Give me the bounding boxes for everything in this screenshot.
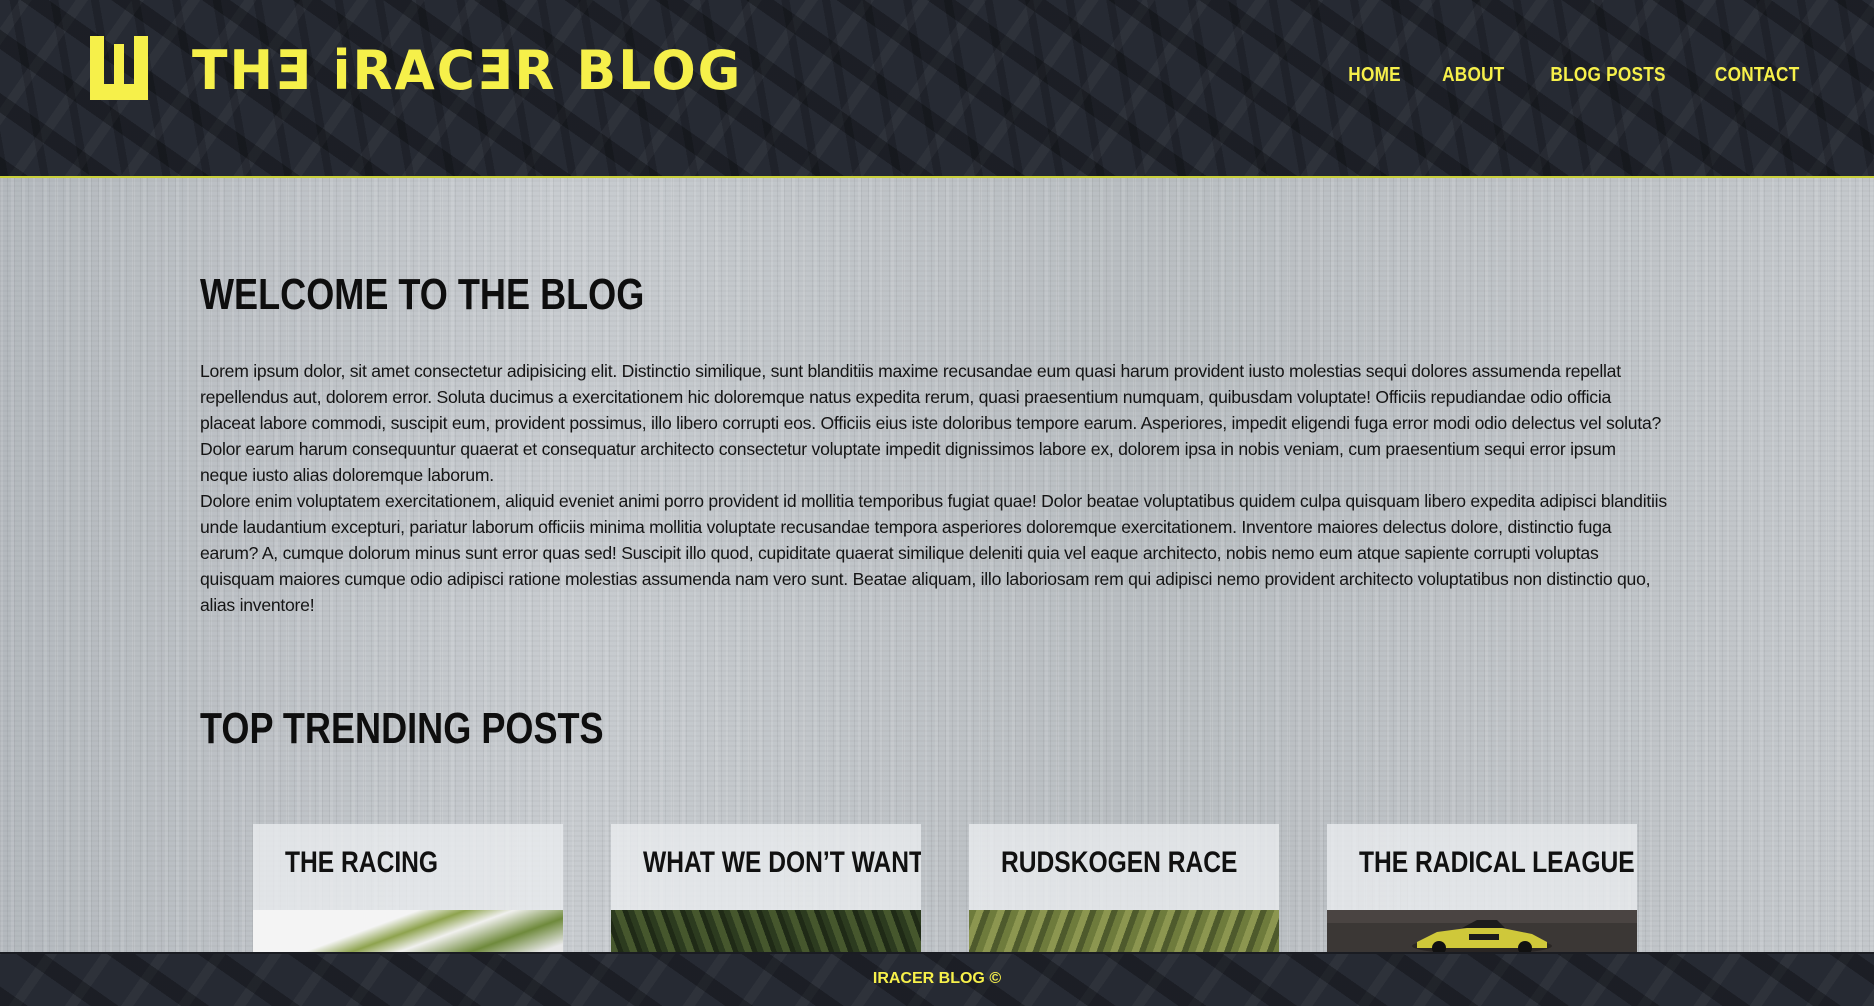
post-card-title[interactable]: THE RACING bbox=[285, 846, 438, 880]
nav-home[interactable]: HOME bbox=[1348, 64, 1401, 87]
intro-paragraph-1: Lorem ipsum dolor, sit amet consectetur … bbox=[200, 361, 1662, 485]
post-card-what-we-dont-want[interactable]: WHAT WE DON’T WANT bbox=[611, 824, 921, 964]
intro-paragraph-2: Dolore enim voluptatem exercitationem, a… bbox=[200, 491, 1667, 615]
trending-heading: TOP TRENDING POSTS bbox=[200, 704, 604, 753]
post-card-title[interactable]: RUDSKOGEN RACE bbox=[1001, 846, 1237, 880]
race-car-icon bbox=[1412, 920, 1552, 955]
w-block-logo-icon[interactable] bbox=[90, 36, 156, 100]
nav-blog-posts[interactable]: BLOG POSTS bbox=[1551, 64, 1666, 87]
main-content: WELCOME TO THE BLOG Lorem ipsum dolor, s… bbox=[0, 178, 1874, 964]
site-header: THƎ iRACƎR BLOG HOME ABOUT BLOG POSTS CO… bbox=[0, 0, 1874, 178]
main-nav: HOME ABOUT BLOG POSTS CONTACT bbox=[1344, 64, 1806, 87]
post-card-title[interactable]: THE RADICAL LEAGUE bbox=[1359, 846, 1635, 880]
footer-copyright: IRACER BLOG © bbox=[872, 970, 1002, 987]
post-card-title[interactable]: WHAT WE DON’T WANT bbox=[643, 846, 921, 880]
post-card-rudskogen-race[interactable]: RUDSKOGEN RACE bbox=[969, 824, 1279, 964]
welcome-heading: WELCOME TO THE BLOG bbox=[200, 270, 645, 319]
site-title[interactable]: THƎ iRACƎR BLOG bbox=[192, 38, 742, 103]
nav-contact[interactable]: CONTACT bbox=[1714, 64, 1799, 87]
post-card-the-radical-league[interactable]: THE RADICAL LEAGUE bbox=[1327, 824, 1637, 964]
nav-about[interactable]: ABOUT bbox=[1442, 64, 1504, 87]
site-footer: IRACER BLOG © bbox=[0, 952, 1874, 1006]
post-card-the-racing[interactable]: THE RACING bbox=[253, 824, 563, 964]
